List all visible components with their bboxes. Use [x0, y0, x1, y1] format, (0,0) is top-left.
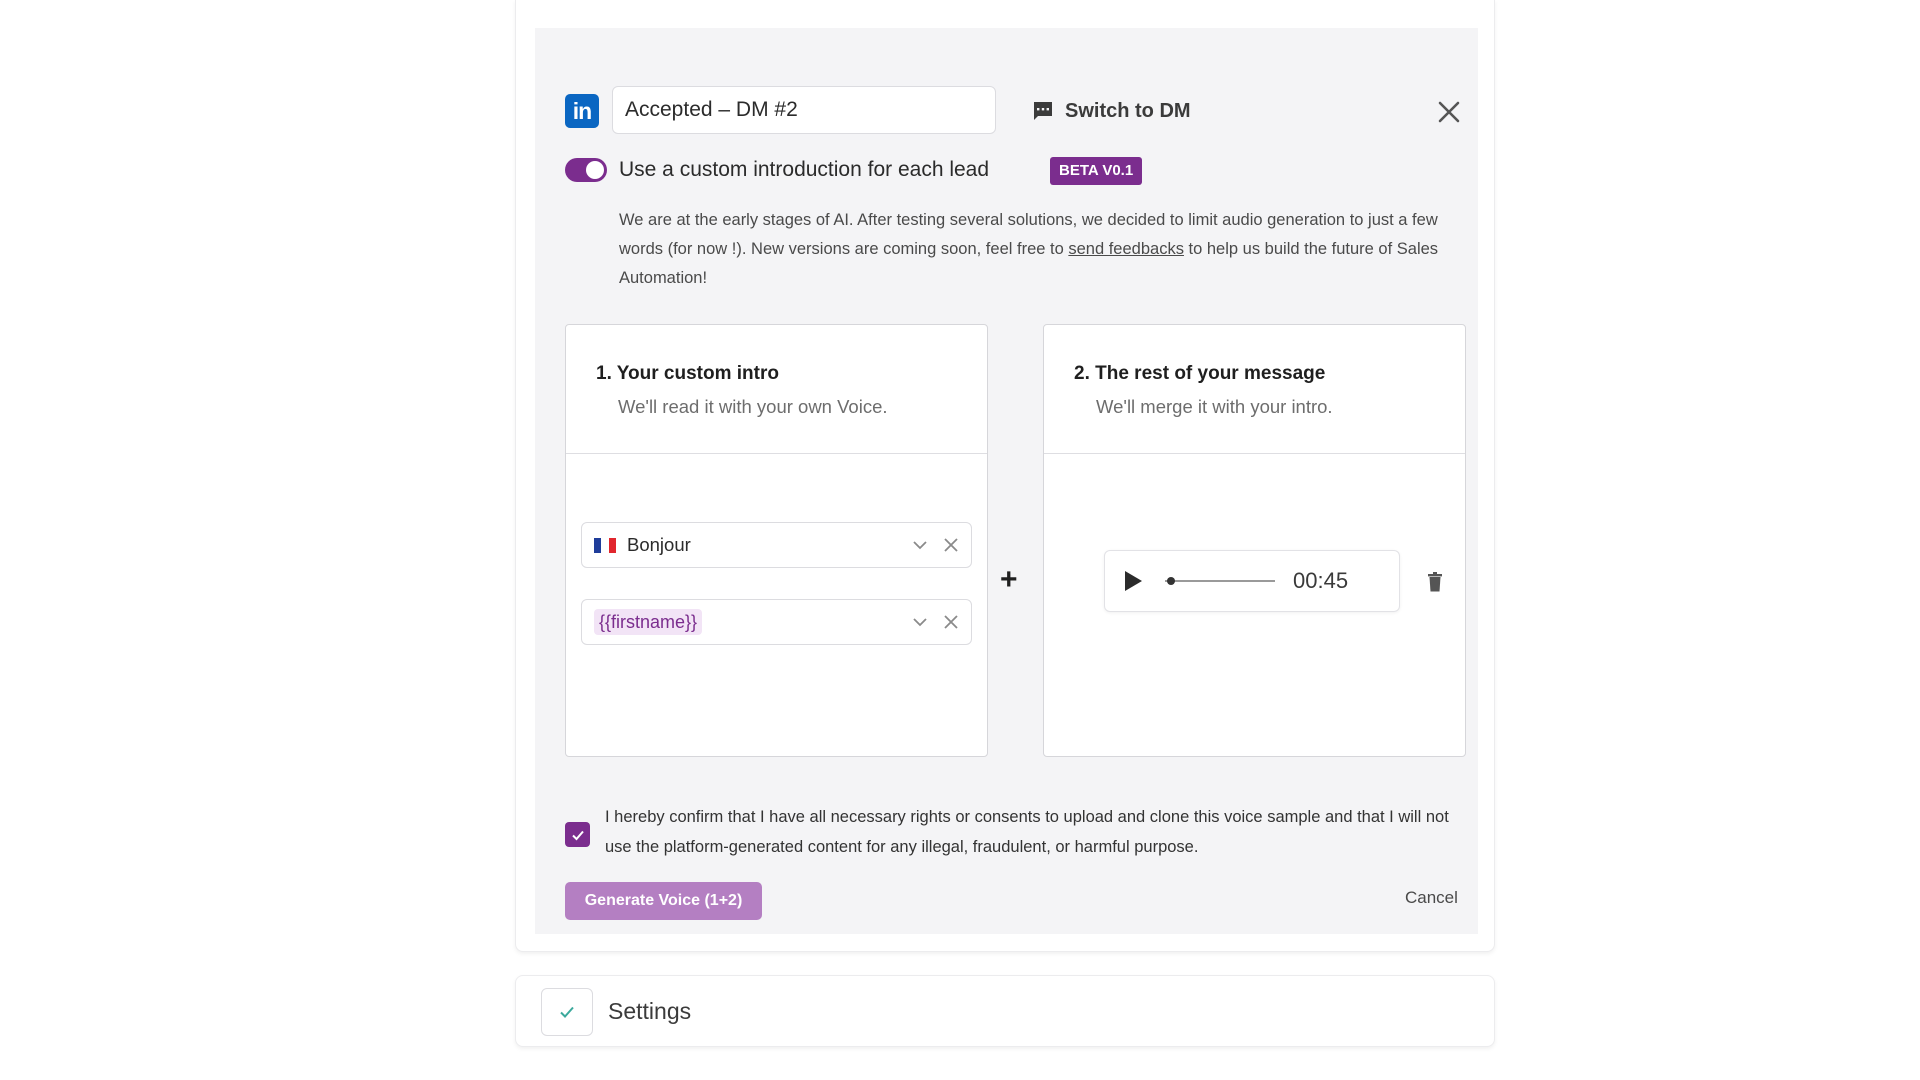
custom-intro-label: Use a custom introduction for each lead — [619, 158, 990, 181]
play-icon[interactable] — [1123, 570, 1143, 592]
intro-word-value: Bonjour — [627, 534, 691, 555]
settings-section[interactable]: Settings — [515, 975, 1495, 1047]
rest-of-message-box: 2. The rest of your message We'll merge … — [1043, 324, 1466, 757]
generate-voice-button[interactable]: Generate Voice (1+2) — [565, 882, 762, 920]
audio-time: 00:45 — [1293, 568, 1349, 593]
custom-intro-subtitle: We'll read it with your own Voice. — [618, 396, 888, 417]
rest-of-message-subtitle: We'll merge it with your intro. — [1096, 396, 1333, 417]
linkedin-icon: in — [565, 94, 599, 128]
rest-of-message-header: 2. The rest of your message We'll merge … — [1044, 325, 1465, 454]
checkmark-icon — [571, 830, 584, 840]
checkmark-icon — [560, 1006, 574, 1018]
audio-player: 00:45 — [1104, 550, 1400, 612]
settings-status-box — [541, 988, 593, 1036]
consent-checkbox[interactable] — [565, 822, 590, 847]
intro-word-select[interactable]: Bonjour — [581, 522, 972, 568]
custom-intro-title: 1. Your custom intro — [596, 363, 779, 384]
step-card: in Switch to DM Use a custom introductio… — [515, 0, 1495, 952]
firstname-variable-chip: {{firstname}} — [594, 609, 703, 635]
custom-intro-box: 1. Your custom intro We'll read it with … — [565, 324, 988, 757]
fr-flag-icon — [594, 537, 616, 553]
consent-text: I hereby confirm that I have all necessa… — [605, 808, 1449, 856]
intro-variable-select[interactable]: {{firstname}} — [581, 599, 972, 645]
step-name-input[interactable] — [612, 86, 996, 134]
chevron-down-icon[interactable] — [911, 613, 929, 631]
chevron-down-icon[interactable] — [911, 536, 929, 554]
clear-icon[interactable] — [943, 537, 959, 553]
custom-intro-header: 1. Your custom intro We'll read it with … — [566, 325, 987, 454]
clear-icon[interactable] — [943, 614, 959, 630]
beta-notice: We are at the early stages of AI. After … — [619, 206, 1469, 293]
rest-of-message-title: 2. The rest of your message — [1074, 363, 1326, 384]
settings-label: Settings — [608, 998, 692, 1024]
toggle-knob — [586, 161, 604, 179]
switch-to-dm-button[interactable]: Switch to DM — [1031, 94, 1191, 128]
close-icon[interactable] — [1435, 98, 1463, 126]
switch-to-dm-label: Switch to DM — [1065, 99, 1191, 122]
step-editor-panel: in Switch to DM Use a custom introductio… — [535, 28, 1478, 934]
plus-sign: + — [1000, 563, 1018, 596]
custom-intro-toggle[interactable] — [565, 158, 607, 182]
audio-progress-track[interactable] — [1165, 577, 1275, 585]
send-feedbacks-link[interactable]: send feedbacks — [1068, 240, 1184, 258]
beta-badge: BETA V0.1 — [1050, 157, 1143, 185]
trash-icon[interactable] — [1427, 572, 1443, 592]
cancel-button[interactable]: Cancel — [1405, 888, 1458, 908]
chat-icon — [1034, 102, 1052, 120]
audio-progress-handle[interactable] — [1167, 577, 1176, 585]
